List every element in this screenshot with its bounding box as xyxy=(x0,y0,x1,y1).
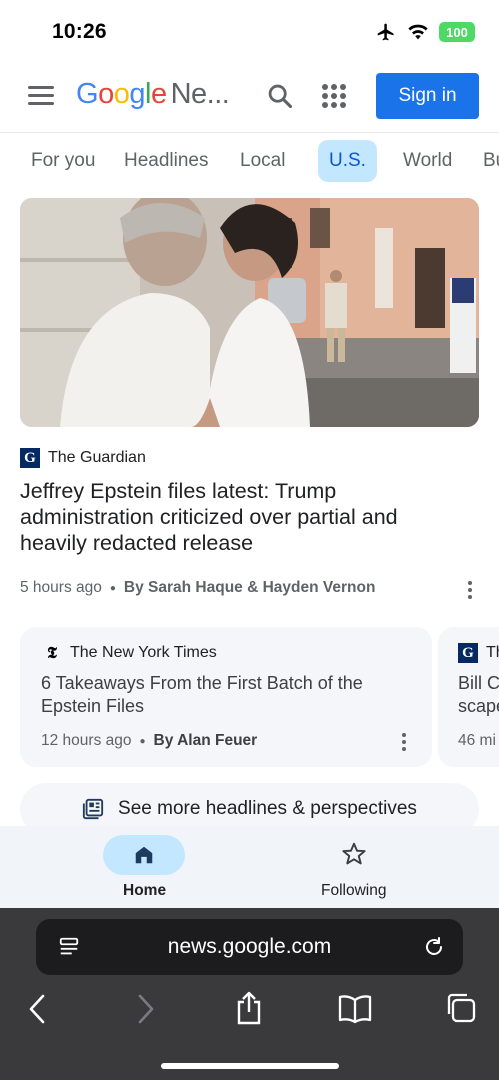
share-icon[interactable] xyxy=(235,990,263,1026)
nav-home-button[interactable] xyxy=(103,835,185,875)
google-wordmark: Google xyxy=(76,78,167,111)
hero-more-options-icon[interactable] xyxy=(468,581,472,599)
hero-byline: By Sarah Haque & Hayden Vernon xyxy=(123,579,376,596)
tab-world[interactable]: World xyxy=(403,140,452,182)
nav-following-label[interactable]: Following xyxy=(321,882,386,900)
wifi-icon xyxy=(408,24,428,40)
see-more-label: See more headlines & perspectives xyxy=(118,798,417,819)
google-apps-icon[interactable] xyxy=(322,84,346,108)
address-bar[interactable]: news.google.com xyxy=(36,919,463,975)
card-byline: By Alan Feuer xyxy=(153,732,258,749)
menu-icon[interactable] xyxy=(28,86,54,106)
newspaper-icon xyxy=(82,798,104,820)
tab-us[interactable]: U.S. xyxy=(318,140,377,182)
nav-home-label[interactable]: Home xyxy=(123,882,166,900)
card-more-options-icon[interactable] xyxy=(402,733,406,751)
card2-source[interactable]: G Th xyxy=(458,643,499,663)
app-header: Google Ne... Sign in xyxy=(0,64,499,133)
hero-time: 5 hours ago xyxy=(20,579,102,596)
tab-local[interactable]: Local xyxy=(240,140,285,182)
sign-in-button[interactable]: Sign in xyxy=(376,73,479,119)
logo-letter: o xyxy=(113,78,130,110)
separator-dot: ● xyxy=(109,582,116,594)
airplane-icon xyxy=(377,23,394,41)
home-icon xyxy=(135,846,153,864)
hero-source[interactable]: G The Guardian xyxy=(20,448,146,468)
logo-letter: g xyxy=(129,78,145,110)
bottom-navigation: Home Following xyxy=(0,826,499,908)
forward-icon[interactable] xyxy=(133,993,157,1025)
hero-source-name: The Guardian xyxy=(48,449,146,466)
browser-toolbar: news.google.com xyxy=(0,908,499,1080)
card-title[interactable]: 6 Takeaways From the First Batch of the … xyxy=(41,672,411,718)
search-icon[interactable] xyxy=(266,82,294,110)
bookmarks-icon[interactable] xyxy=(338,994,372,1024)
card-meta: 12 hours ago ● By Alan Feuer xyxy=(41,732,257,750)
battery-indicator: 100 xyxy=(439,22,475,42)
nyt-logo-icon: 𝕿 xyxy=(47,643,57,662)
card2-time: 46 mi xyxy=(458,732,496,749)
back-icon[interactable] xyxy=(26,993,50,1025)
logo-letter: o xyxy=(98,78,114,110)
card-source-name: The New York Times xyxy=(70,644,217,661)
logo-letter: e xyxy=(150,78,167,110)
logo-suffix: Ne... xyxy=(170,78,230,110)
hero-article-image[interactable] xyxy=(20,198,479,427)
story-card[interactable]: 𝕿 The New York Times 6 Takeaways From th… xyxy=(20,627,432,767)
hero-headline[interactable]: Jeffrey Epstein files latest: Trump admi… xyxy=(20,478,460,556)
story-card-next[interactable]: G Th Bill C scape 46 mi xyxy=(438,627,499,767)
star-icon[interactable] xyxy=(341,841,367,867)
tab-for-you[interactable]: For you xyxy=(31,140,95,182)
card-time: 12 hours ago xyxy=(41,732,132,749)
home-indicator xyxy=(161,1063,339,1069)
section-tabs: For you Headlines Local U.S. World Bu xyxy=(0,140,499,184)
reload-icon[interactable] xyxy=(422,935,446,959)
card2-title[interactable]: Bill C scape xyxy=(458,672,499,718)
status-time: 10:26 xyxy=(52,20,107,43)
google-news-logo[interactable]: Google Ne... xyxy=(76,78,230,111)
separator-dot: ● xyxy=(139,735,146,747)
tab-business[interactable]: Bu xyxy=(483,140,499,182)
url-text[interactable]: news.google.com xyxy=(36,919,463,975)
status-icons: 100 xyxy=(375,22,475,42)
guardian-logo-icon: G xyxy=(20,448,40,468)
tab-headlines[interactable]: Headlines xyxy=(124,140,209,182)
logo-letter: G xyxy=(76,78,99,110)
card2-source-name: Th xyxy=(486,644,499,661)
guardian-logo-icon: G xyxy=(458,643,478,663)
card-source[interactable]: 𝕿 The New York Times xyxy=(42,643,217,663)
tabs-icon[interactable] xyxy=(445,992,477,1024)
hero-meta: 5 hours ago ● By Sarah Haque & Hayden Ve… xyxy=(20,579,375,597)
